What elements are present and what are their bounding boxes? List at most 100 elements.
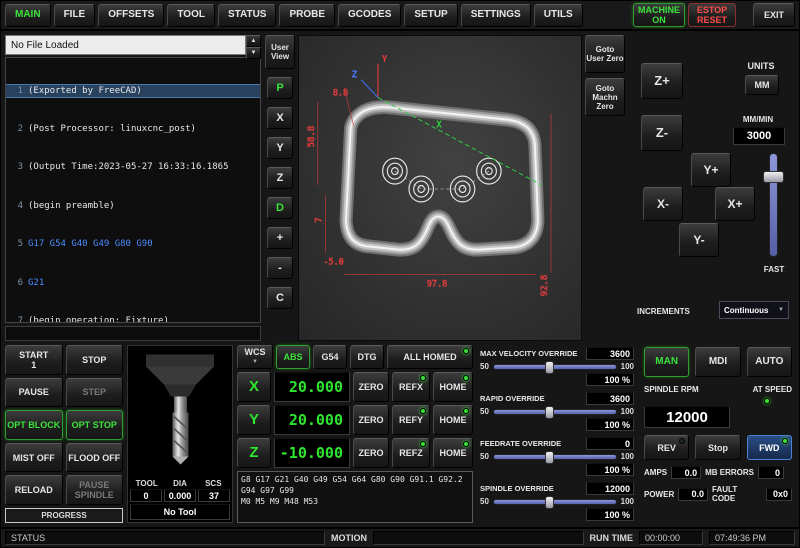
run-time-display: 00:00:00 bbox=[639, 531, 703, 545]
cycle-start-button[interactable]: START 1 bbox=[5, 345, 63, 375]
increments-dropdown[interactable]: Continuous ▼ bbox=[719, 301, 789, 319]
z-axis-button[interactable]: Z bbox=[237, 438, 271, 468]
user-view-button[interactable]: User View bbox=[265, 35, 295, 69]
max-velocity-slider-handle[interactable] bbox=[545, 361, 554, 374]
optional-stop-button[interactable]: OPT STOP bbox=[66, 410, 124, 440]
g54-button[interactable]: G54 bbox=[313, 345, 347, 369]
menu-item-status[interactable]: STATUS bbox=[218, 4, 277, 27]
spindle-rev-button[interactable]: REV bbox=[644, 435, 689, 460]
view-x-button[interactable]: X bbox=[267, 107, 293, 129]
jog-speed-slider[interactable] bbox=[769, 153, 778, 257]
manual-mode-button[interactable]: MAN bbox=[644, 347, 689, 377]
menu-item-setup[interactable]: SETUP bbox=[404, 4, 457, 27]
gcode-line[interactable]: 5G17 G54 G40 G49 G80 G90 bbox=[6, 238, 260, 251]
home-z-button[interactable]: HOME bbox=[433, 438, 473, 468]
all-homed-button[interactable]: ALL HOMED bbox=[387, 345, 473, 369]
home-x-button[interactable]: HOME bbox=[433, 372, 473, 402]
toolpath-preview-svg: Y Z X 8.8 58.8 7 bbox=[299, 36, 581, 340]
feed-units-label: MM/MIN bbox=[727, 115, 789, 124]
spindle-direction-row: REV Stop FWD bbox=[644, 435, 792, 460]
menu-item-main[interactable]: MAIN bbox=[5, 4, 51, 27]
zoom-out-button[interactable]: - bbox=[267, 257, 293, 279]
jog-x-minus-button[interactable]: X- bbox=[643, 187, 683, 221]
menu-item-file[interactable]: FILE bbox=[54, 4, 96, 27]
view-y-button[interactable]: Y bbox=[267, 137, 293, 159]
jog-z-plus-button[interactable]: Z+ bbox=[641, 63, 683, 99]
step-button[interactable]: STEP bbox=[66, 378, 124, 408]
rapid-override-slider[interactable] bbox=[493, 409, 617, 415]
exit-button[interactable]: EXIT bbox=[753, 3, 795, 27]
units-mm-button[interactable]: MM bbox=[745, 75, 779, 95]
spindle-panel: MAN MDI AUTO SPINDLE RPM AT SPEED 12000 … bbox=[641, 345, 795, 523]
scroll-up-icon[interactable]: ▲ bbox=[246, 35, 261, 47]
menu-item-probe[interactable]: PROBE bbox=[279, 4, 335, 27]
spindle-override-slider-handle[interactable] bbox=[545, 496, 554, 509]
tool-number-display: 0 bbox=[130, 489, 162, 502]
toolpath-preview[interactable]: Y Z X 8.8 58.8 7 bbox=[298, 35, 582, 341]
machine-on-button[interactable]: MACHINE ON bbox=[633, 3, 685, 27]
mdi-mode-button[interactable]: MDI bbox=[695, 347, 740, 377]
mdi-input[interactable] bbox=[5, 326, 261, 341]
scroll-down-icon[interactable]: ▼ bbox=[246, 47, 261, 59]
loaded-file-dropdown[interactable]: No File Loaded bbox=[5, 35, 246, 55]
home-y-button[interactable]: HOME bbox=[433, 405, 473, 435]
view-d-button[interactable]: D bbox=[267, 197, 293, 219]
feedrate-override-slider[interactable] bbox=[493, 454, 617, 460]
dro-mode-row: WCS ▼ ABS G54 DTG ALL HOMED bbox=[237, 345, 473, 369]
reload-button[interactable]: RELOAD bbox=[5, 475, 63, 505]
x-axis-button[interactable]: X bbox=[237, 372, 271, 402]
ref-x-button[interactable]: REFX bbox=[392, 372, 430, 402]
pause-spindle-button[interactable]: PAUSE SPINDLE bbox=[66, 475, 124, 505]
view-z-button[interactable]: Z bbox=[267, 167, 293, 189]
feedrate-override-slider-handle[interactable] bbox=[545, 451, 554, 464]
menu-item-gcodes[interactable]: GCODES bbox=[338, 4, 401, 27]
menu-item-tool[interactable]: TOOL bbox=[167, 4, 215, 27]
jog-y-minus-button[interactable]: Y- bbox=[679, 223, 719, 257]
dtg-button[interactable]: DTG bbox=[350, 345, 384, 369]
jog-x-plus-button[interactable]: X+ bbox=[715, 187, 755, 221]
auto-mode-button[interactable]: AUTO bbox=[747, 347, 792, 377]
goto-user-zero-button[interactable]: Goto User Zero bbox=[585, 35, 625, 73]
view-p-button[interactable]: P bbox=[267, 77, 293, 99]
y-axis-button[interactable]: Y bbox=[237, 405, 271, 435]
menu-item-settings[interactable]: SETTINGS bbox=[461, 4, 531, 27]
gcode-line[interactable]: 3(Output Time:2023-05-27 16:33:16.1865 bbox=[6, 161, 260, 174]
spindle-override-slider[interactable] bbox=[493, 499, 617, 505]
max-velocity-override-group: MAX VELOCITY OVERRIDE 3600 50 100 100 % bbox=[480, 347, 634, 386]
abs-button[interactable]: ABS bbox=[276, 345, 310, 369]
mist-button[interactable]: MIST OFF bbox=[5, 443, 63, 473]
gcode-line[interactable]: 1(Exported by FreeCAD) bbox=[6, 85, 260, 98]
spindle-rpm-row: 12000 bbox=[644, 406, 792, 428]
ref-y-button[interactable]: REFY bbox=[392, 405, 430, 435]
pause-button[interactable]: PAUSE bbox=[5, 378, 63, 408]
optional-block-button[interactable]: OPT BLOCK bbox=[5, 410, 63, 440]
clear-view-button[interactable]: C bbox=[267, 287, 293, 309]
rapid-override-slider-handle[interactable] bbox=[545, 406, 554, 419]
jog-z-minus-button[interactable]: Z- bbox=[641, 115, 683, 151]
spindle-stop-button[interactable]: Stop bbox=[695, 435, 740, 460]
menu-item-offsets[interactable]: OFFSETS bbox=[98, 4, 164, 27]
menu-item-utils[interactable]: UTILS bbox=[534, 4, 583, 27]
jog-y-plus-button[interactable]: Y+ bbox=[691, 153, 731, 187]
line-number: 3 bbox=[6, 161, 23, 174]
zero-y-button[interactable]: ZERO bbox=[353, 405, 389, 435]
jog-speed-slider-handle[interactable] bbox=[763, 171, 784, 183]
goto-machine-zero-button[interactable]: Goto Machn Zero bbox=[585, 78, 625, 116]
flood-button[interactable]: FLOOD OFF bbox=[66, 443, 124, 473]
max-velocity-slider[interactable] bbox=[493, 364, 617, 370]
gcode-editor[interactable]: 1(Exported by FreeCAD) 2(Post Processor:… bbox=[5, 57, 261, 323]
gcode-text: (begin preamble) bbox=[28, 200, 115, 213]
zero-x-button[interactable]: ZERO bbox=[353, 372, 389, 402]
ref-z-button[interactable]: REFZ bbox=[392, 438, 430, 468]
gcode-line[interactable]: 7(begin operation: Fixture) bbox=[6, 315, 260, 323]
zoom-in-button[interactable]: + bbox=[267, 227, 293, 249]
estop-reset-button[interactable]: ESTOP RESET bbox=[688, 3, 736, 27]
zero-z-button[interactable]: ZERO bbox=[353, 438, 389, 468]
cycle-stop-button[interactable]: STOP bbox=[66, 345, 124, 375]
gcode-line[interactable]: 6G21 bbox=[6, 277, 260, 290]
active-codes-box: G8 G17 G21 G40 G49 G54 G64 G80 G90 G91.1… bbox=[237, 471, 473, 523]
spindle-fwd-button[interactable]: FWD bbox=[747, 435, 792, 460]
gcode-line[interactable]: 4(begin preamble) bbox=[6, 200, 260, 213]
gcode-line[interactable]: 2(Post Processor: linuxcnc_post) bbox=[6, 123, 260, 136]
wcs-dropdown-button[interactable]: WCS ▼ bbox=[237, 345, 273, 369]
